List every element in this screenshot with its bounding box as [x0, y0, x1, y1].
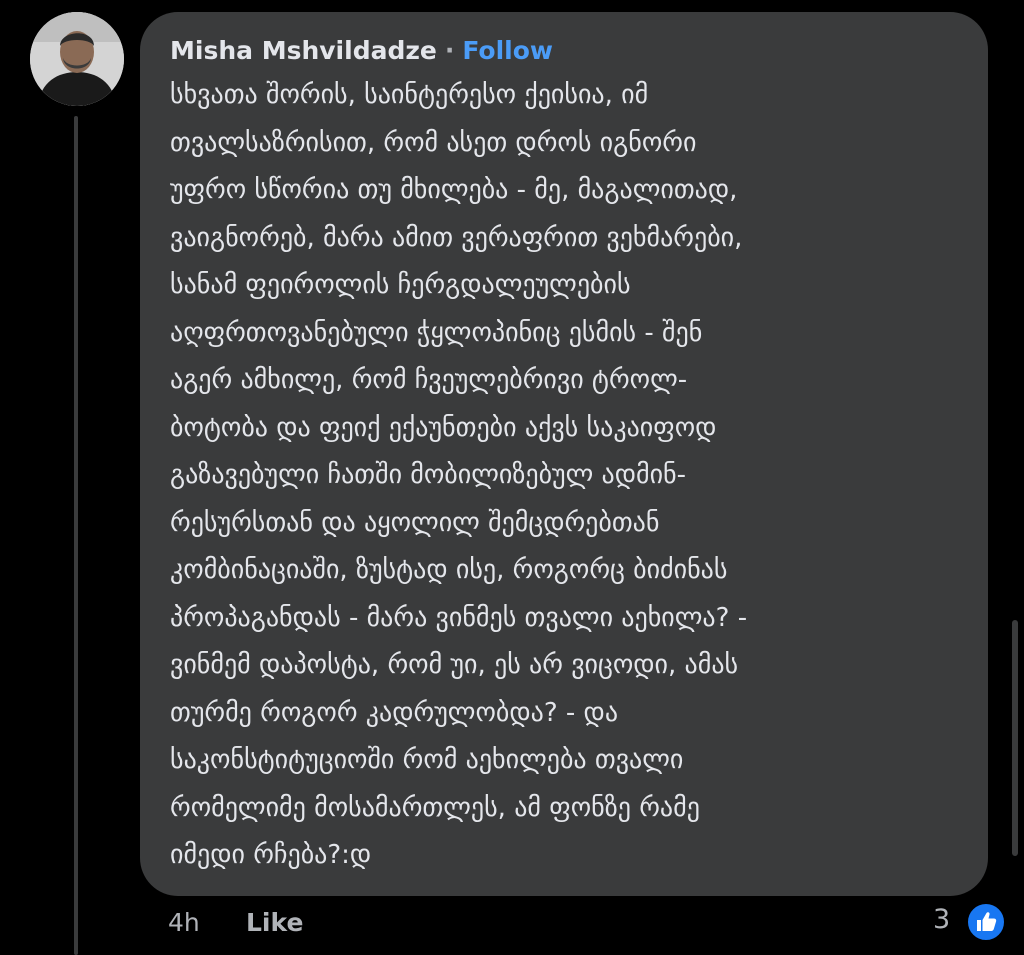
thread-line: [74, 116, 78, 955]
follow-button[interactable]: Follow: [462, 36, 553, 65]
comment-line: ბოტობა და ფეიქ ექაუნთები აქვს საკაიფოდ: [170, 412, 717, 443]
comment-timestamp[interactable]: 4h: [168, 908, 200, 937]
comment-line: ვაიგნორებ, მარა ამით ვერაფრით ვეხმარები,: [170, 222, 743, 253]
comment-line: საკონსტიტუციოში რომ აეხილება თვალი: [170, 745, 684, 775]
comment-line: იმედი რჩება?:დ: [170, 840, 372, 870]
like-button[interactable]: Like: [246, 908, 303, 937]
comment-line: უფრო სწორია თუ მხილება - მე, მაგალითად,: [170, 175, 738, 205]
reaction-count[interactable]: 3: [933, 904, 950, 935]
comment-line: თურმე როგორ კადრულობდა? - და: [170, 697, 619, 728]
separator-dot: ·: [444, 35, 455, 65]
comment-text: სხვათა შორის, საინტერესო ქეისია, იმ თვალს…: [170, 72, 970, 880]
comment-bubble: Misha Mshvildadze · Follow სხვათა შორის,…: [140, 12, 988, 896]
comment-line: ვინმემ დაპოსტა, რომ უი, ეს არ ვიცოდი, ამ…: [170, 650, 739, 680]
avatar[interactable]: [30, 12, 124, 106]
thumbs-up-icon[interactable]: [966, 902, 1006, 942]
comment-line: სხვათა შორის, საინტერესო ქეისია, იმ: [170, 80, 649, 110]
comment-line: თვალსაზრისით, რომ ასეთ დროს იგნორი: [170, 127, 697, 158]
comment-header: Misha Mshvildadze · Follow: [170, 32, 553, 68]
comment-line: პროპაგანდას - მარა ვინმეს თვალი აეხილა? …: [170, 602, 748, 633]
comment-line: კომბინაციაში, ზუსტად ისე, როგორც ბიძინას: [170, 555, 728, 585]
scrollbar[interactable]: [1012, 620, 1018, 856]
comment-line: აგერ ამხილე, რომ ჩვეულებრივი ტროლ-: [170, 365, 688, 395]
comment-line: აღფრთოვანებული ჭყლოპინიც ესმის - შენ: [170, 317, 703, 348]
author-name[interactable]: Misha Mshvildadze: [170, 36, 437, 65]
avatar-photo: [30, 12, 124, 106]
comment-line: სანამ ფეიროლის ჩერგდალეულების: [170, 270, 631, 300]
comment-line: რომელიმე მოსამართლეს, ამ ფონზე რამე: [170, 792, 700, 823]
comment-line: რესურსთან და აყოლილ შემცდრებთან: [170, 507, 660, 538]
comment-line: გაზავებული ჩათში მობილიზებულ ადმინ-: [170, 460, 687, 490]
comment-screen: Misha Mshvildadze · Follow სხვათა შორის,…: [0, 0, 1024, 955]
